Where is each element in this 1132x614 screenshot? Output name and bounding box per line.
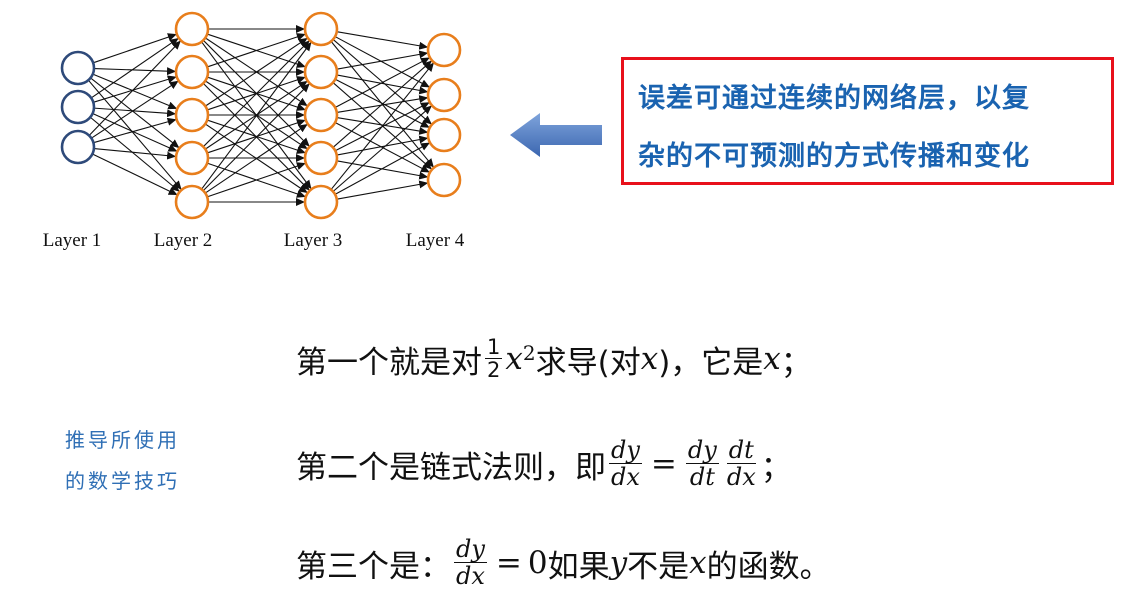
eq2-equals: = — [650, 446, 677, 483]
edge-l1-1-l2-4 — [89, 116, 180, 192]
eq2-prefix: 第二个是链式法则，即 — [296, 449, 606, 486]
eq1-middle: 求导(对 — [535, 344, 641, 381]
layer-label-1: Layer 1 — [43, 230, 102, 251]
edge-l1-2-l2-3 — [93, 147, 177, 160]
eq3-fraction: dy dx — [454, 535, 487, 591]
eq3-prefix: 第三个是： — [296, 548, 451, 585]
neuron-layer3-3 — [303, 97, 339, 133]
eq3-end: 的函数。 — [706, 548, 831, 585]
neuron-layer2-3 — [174, 97, 210, 133]
eq2-fraction-1: dy dx — [609, 436, 642, 492]
side-note: 推导所使用 的数学技巧 — [65, 420, 180, 502]
eq1-var-x2: x — [640, 341, 659, 378]
edge-l3-4-l4-2 — [334, 142, 430, 195]
equation-3: 第三个是： dy dx = 0 如果 y 不是 x 的函数。 — [296, 535, 831, 591]
eq1-fraction: 1 2 — [485, 335, 503, 383]
callout-line-2: 杂的不可预测的方式传播和变化 — [638, 141, 1030, 172]
layer-label-3: Layer 3 — [284, 230, 343, 251]
eq1-var-x3: x — [763, 341, 781, 378]
neuron-layer2-1 — [174, 11, 210, 47]
left-arrow-icon — [510, 113, 602, 157]
neuron-layer4-2 — [426, 77, 462, 113]
eq3-var-x: x — [689, 545, 707, 582]
edge-l3-0-l4-1 — [334, 36, 430, 88]
neuron-layer1-1 — [60, 50, 96, 86]
neuron-layer3-1 — [303, 11, 339, 47]
equation-1: 第一个就是对 1 2 x 2 求导(对 x )，它是 x ； — [296, 336, 812, 382]
eq3-var-y: y — [609, 545, 628, 582]
neuron-layer3-5 — [303, 184, 339, 220]
side-note-line-1: 推导所使用 — [65, 428, 180, 452]
layer-label-4: Layer 4 — [406, 230, 465, 251]
equation-2: 第二个是链式法则，即 dy dx = dy dt dt dx ； — [296, 436, 792, 492]
eq1-close: )，它是 — [658, 344, 764, 381]
eq1-exponent: 2 — [522, 341, 536, 366]
eq2-fraction-2: dy dt — [685, 436, 719, 492]
edge-l3-0-l4-2 — [332, 39, 432, 125]
eq2-f3-num: dt — [726, 436, 756, 465]
eq3-f-num: dy — [454, 535, 487, 564]
neuron-layer2-2 — [174, 54, 210, 90]
edge-l3-3-l4-2 — [336, 135, 429, 156]
neuron-layer2-4 — [174, 140, 210, 176]
eq3-zero: 0 — [527, 545, 548, 582]
edge-l3-3-l4-0 — [332, 60, 432, 148]
eq2-f3-den: dx — [726, 463, 756, 492]
edge-l1-0-l2-2 — [92, 73, 178, 110]
eq2-f2-den: dt — [689, 463, 715, 492]
eq3-not: 不是 — [627, 548, 690, 585]
edge-l1-0-l2-4 — [87, 79, 182, 190]
neuron-layer4-1 — [426, 32, 462, 68]
eq1-var-x: x — [505, 341, 523, 378]
eq3-f-den: dx — [456, 562, 485, 591]
eq3-if: 如果 — [547, 548, 610, 585]
neuron-layer4-3 — [426, 117, 462, 153]
layer-label-2: Layer 2 — [154, 230, 213, 251]
eq2-f2-num: dy — [685, 436, 719, 465]
edge-l1-2-l2-4 — [92, 153, 178, 196]
eq1-frac-num: 1 — [485, 335, 503, 360]
neuron-layer3-2 — [303, 54, 339, 90]
eq2-f1-num: dy — [609, 436, 642, 465]
edge-l3-1-l4-0 — [336, 50, 429, 70]
neuron-layer2-5 — [174, 184, 210, 220]
eq1-end: ； — [780, 344, 812, 381]
neuron-layer1-3 — [60, 129, 96, 165]
side-note-line-2: 的数学技巧 — [65, 469, 180, 493]
edge-l1-2-l2-2 — [93, 117, 177, 144]
edge-l3-1-l4-1 — [336, 74, 429, 95]
neuron-layer3-4 — [303, 140, 339, 176]
neural-network-diagram: Layer 1 Layer 2 Layer 3 Layer 4 — [43, 11, 465, 251]
eq1-prefix: 第一个就是对 — [296, 344, 482, 381]
neuron-layer1-2 — [60, 89, 96, 125]
eq2-end: ； — [760, 449, 792, 486]
callout-line-1: 误差可通过连续的网络层，以复 — [638, 83, 1030, 114]
neuron-layer4-4 — [426, 162, 462, 198]
eq1-frac-den: 2 — [487, 358, 501, 383]
eq2-fraction-3: dt dx — [725, 436, 758, 492]
eq2-f1-den: dx — [611, 463, 640, 492]
callout-box: 误差可通过连续的网络层，以复 杂的不可预测的方式传播和变化 — [621, 57, 1114, 185]
eq3-equals: = — [495, 545, 522, 582]
